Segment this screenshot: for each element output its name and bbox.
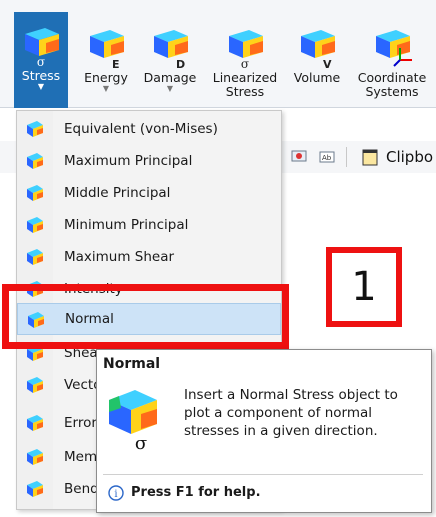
linearized-stress-icon: σ bbox=[229, 30, 263, 68]
stress-result-icon bbox=[27, 153, 43, 169]
label-icon[interactable]: Ab bbox=[318, 148, 336, 166]
clipboard-icon[interactable] bbox=[360, 147, 380, 167]
tooltip-description: Insert a Normal Stress object to plot a … bbox=[184, 387, 398, 439]
chevron-down-icon[interactable]: ▼ bbox=[167, 85, 173, 93]
stress-result-icon bbox=[27, 217, 43, 233]
menu-item-label: Mem bbox=[64, 449, 98, 465]
toolbar-separator bbox=[346, 147, 347, 167]
tooltip: Normal σ Insert a Normal Stress object t… bbox=[96, 349, 432, 513]
menu-item-label: Middle Principal bbox=[64, 185, 171, 201]
volume-label: Volume bbox=[293, 70, 341, 85]
energy-label: Energy bbox=[84, 70, 128, 85]
svg-text:V: V bbox=[323, 58, 332, 68]
menu-item-normal[interactable]: Normal bbox=[17, 303, 281, 335]
stress-result-icon bbox=[27, 249, 43, 265]
menu-item-equivalent-von-mises[interactable]: Equivalent (von-Mises) bbox=[17, 113, 281, 145]
coordinate-systems-button[interactable]: Coordinate Systems bbox=[350, 14, 434, 106]
chevron-down-icon[interactable]: ▼ bbox=[38, 83, 44, 91]
menu-item-label: Intensity bbox=[64, 281, 123, 297]
chevron-down-icon[interactable]: ▼ bbox=[103, 85, 109, 93]
stress-result-icon bbox=[27, 121, 43, 137]
linearized-stress-button[interactable]: σ Linearized Stress bbox=[206, 14, 284, 106]
tooltip-title: Normal bbox=[103, 356, 161, 372]
menu-item-label: Bend bbox=[64, 481, 99, 497]
energy-icon: E bbox=[90, 30, 124, 68]
svg-text:Ab: Ab bbox=[322, 154, 332, 162]
step-number-annotation: 1 bbox=[326, 247, 402, 327]
stress-result-icon bbox=[27, 449, 43, 465]
svg-text:i: i bbox=[114, 489, 117, 500]
stress-icon: σ bbox=[25, 28, 59, 66]
menu-item-label: Equivalent (von-Mises) bbox=[64, 121, 218, 137]
ribbon: σ Stress ▼ E Energy ▼ D Damage ▼ σ Linea… bbox=[0, 0, 436, 108]
menu-item-label: Maximum Principal bbox=[64, 153, 193, 169]
menu-item-label: Error bbox=[64, 415, 97, 431]
coordinate-systems-label: Coordinate Systems bbox=[357, 70, 427, 99]
stress-result-icon bbox=[28, 312, 44, 328]
menu-item-label: Minimum Principal bbox=[64, 217, 189, 233]
stress-label: Stress bbox=[21, 68, 61, 83]
svg-text:σ: σ bbox=[37, 55, 45, 66]
svg-text:σ: σ bbox=[241, 57, 249, 68]
stress-button[interactable]: σ Stress ▼ bbox=[14, 12, 68, 108]
damage-label: Damage bbox=[143, 70, 197, 85]
menu-item-minimum-principal[interactable]: Minimum Principal bbox=[17, 209, 281, 241]
svg-text:E: E bbox=[112, 58, 120, 68]
info-icon: i bbox=[108, 485, 124, 501]
linearized-stress-label: Linearized Stress bbox=[212, 70, 278, 99]
volume-icon: V bbox=[301, 30, 335, 68]
energy-button[interactable]: E Energy ▼ bbox=[78, 14, 134, 106]
tooltip-help-text: Press F1 for help. bbox=[131, 485, 261, 500]
stress-result-icon bbox=[27, 345, 43, 361]
clipboard-label[interactable]: Clipbo bbox=[386, 148, 433, 166]
stress-result-icon bbox=[27, 185, 43, 201]
svg-text:D: D bbox=[176, 58, 185, 68]
coordinate-systems-icon bbox=[376, 30, 412, 67]
menu-item-middle-principal[interactable]: Middle Principal bbox=[17, 177, 281, 209]
svg-text:σ: σ bbox=[135, 433, 147, 450]
menu-item-label: Maximum Shear bbox=[64, 249, 175, 265]
damage-button[interactable]: D Damage ▼ bbox=[140, 14, 200, 106]
view-icon[interactable] bbox=[290, 148, 308, 166]
menu-item-intensity[interactable]: Intensity bbox=[17, 273, 281, 305]
damage-icon: D bbox=[154, 30, 188, 68]
tooltip-divider bbox=[103, 474, 423, 475]
stress-result-icon bbox=[27, 281, 43, 297]
stress-result-icon bbox=[27, 481, 43, 497]
volume-button[interactable]: V Volume bbox=[288, 14, 346, 106]
menu-item-maximum-principal[interactable]: Maximum Principal bbox=[17, 145, 281, 177]
menu-item-maximum-shear[interactable]: Maximum Shear bbox=[17, 241, 281, 273]
stress-result-icon bbox=[27, 377, 43, 393]
normal-stress-icon: σ bbox=[109, 390, 157, 450]
stress-result-icon bbox=[27, 415, 43, 431]
menu-item-label: Normal bbox=[65, 311, 114, 327]
